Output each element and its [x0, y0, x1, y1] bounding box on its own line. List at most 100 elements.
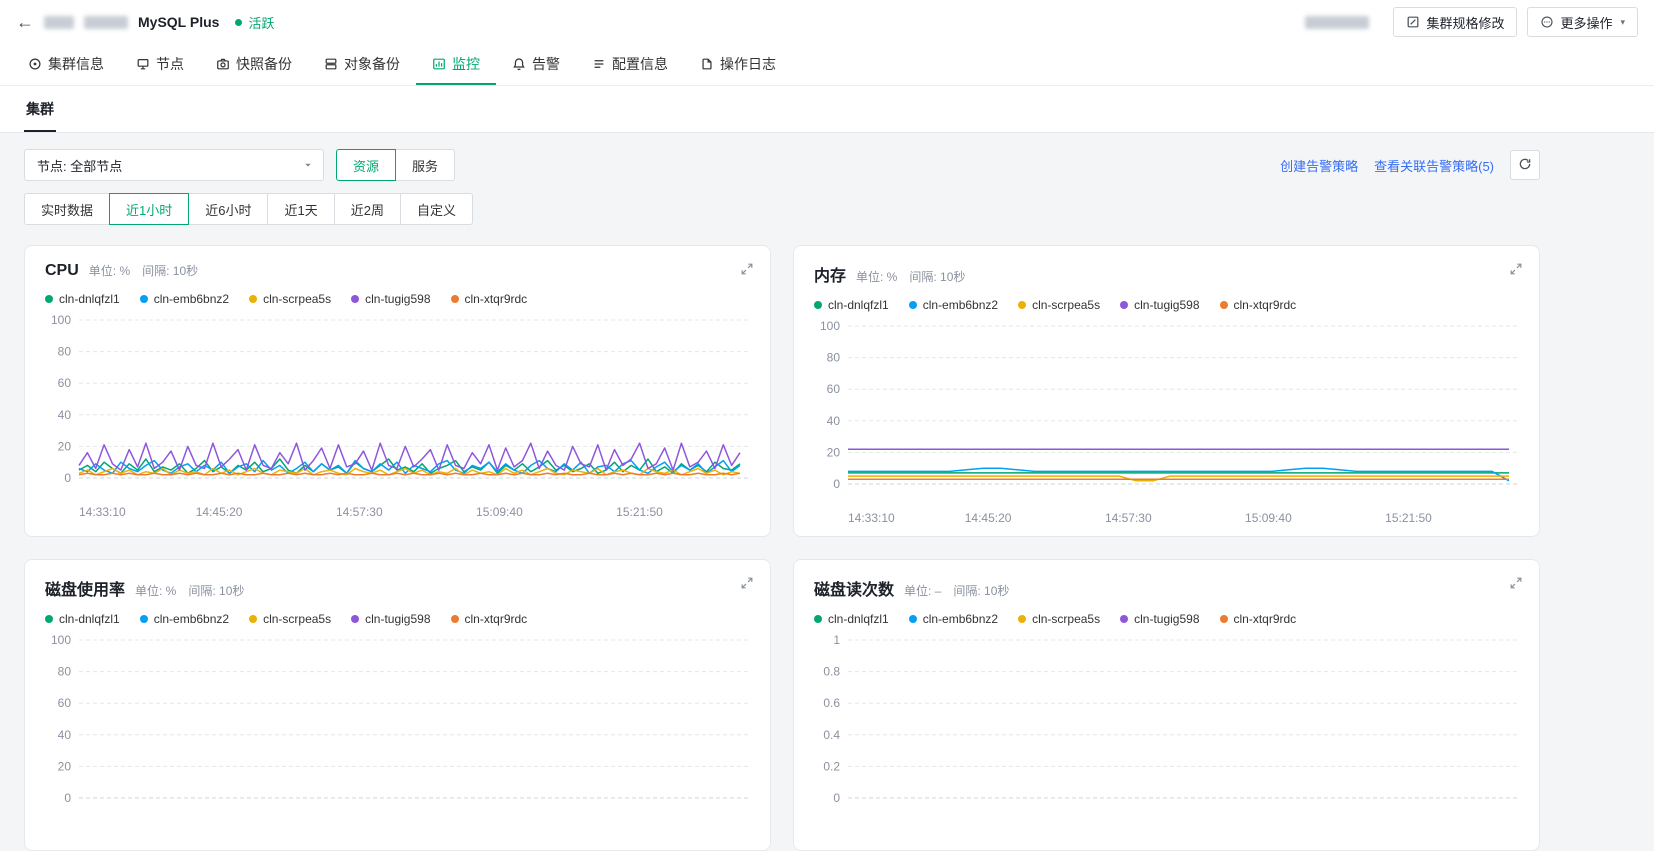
expand-icon[interactable] — [740, 576, 754, 590]
legend-dot — [1120, 301, 1129, 309]
legend-item[interactable]: cln-tugig598 — [1120, 612, 1200, 626]
alert-icon — [512, 57, 526, 71]
time-range-realtime[interactable]: 实时数据 — [24, 193, 111, 225]
legend-label: cln-tugig598 — [1134, 612, 1200, 626]
legend-label: cln-tugig598 — [1134, 298, 1200, 312]
config-icon — [592, 57, 606, 71]
node-select-value: 节点: 全部节点 — [37, 158, 123, 174]
svg-text:0: 0 — [64, 471, 71, 485]
create-alert-policy-link[interactable]: 创建告警策略 — [1280, 156, 1358, 175]
chart-title: 内存 — [814, 268, 847, 285]
legend-dot — [45, 615, 53, 623]
tab-label: 集群信息 — [48, 55, 104, 72]
chart-legend: cln-dnlqfzl1 cln-emb6bnz2 cln-scrpea5s cln-… — [814, 612, 1519, 626]
node-select[interactable]: 节点: 全部节点 — [24, 149, 324, 181]
caret-down-icon — [303, 160, 313, 170]
legend-dot — [249, 615, 258, 623]
chart-card-disk-usage: 磁盘使用率 单位: % 间隔: 10秒 cln-dnlqfzl1 cln-emb6… — [24, 559, 771, 851]
legend-item[interactable]: cln-tugig598 — [351, 292, 431, 306]
svg-text:100: 100 — [820, 319, 840, 333]
legend-dot — [908, 301, 917, 309]
legend-item[interactable]: cln-scrpea5s — [249, 612, 331, 626]
legend-item[interactable]: cln-xtqr9rdc — [450, 612, 528, 626]
svg-text:14:57:30: 14:57:30 — [1105, 511, 1152, 525]
monitor-icon — [432, 57, 446, 71]
chart-title: 磁盘使用率 — [45, 582, 126, 599]
svg-text:40: 40 — [58, 728, 72, 742]
modify-spec-button[interactable]: 集群规格修改 — [1393, 7, 1518, 37]
svg-text:80: 80 — [827, 351, 841, 365]
svg-text:14:45:20: 14:45:20 — [196, 505, 243, 519]
chart-unit-label: 单位: % 间隔: 10秒 — [88, 264, 199, 278]
legend-dot — [1219, 615, 1228, 623]
legend-item[interactable]: cln-xtqr9rdc — [1219, 612, 1296, 626]
tab-object-backup[interactable]: 对象备份 — [308, 44, 416, 85]
category-service[interactable]: 服务 — [395, 149, 456, 181]
time-range-custom[interactable]: 自定义 — [399, 193, 473, 225]
svg-text:0.8: 0.8 — [823, 665, 840, 679]
legend-item[interactable]: cln-emb6bnz2 — [908, 612, 999, 626]
header-actions: 集群规格修改 更多操作 ▾ — [1305, 7, 1638, 37]
legend-item[interactable]: cln-tugig598 — [351, 612, 431, 626]
legend-dot — [1219, 301, 1228, 309]
subtab-cluster[interactable]: 集群 — [24, 86, 56, 132]
legend-label: cln-emb6bnz2 — [922, 612, 999, 626]
svg-text:15:21:50: 15:21:50 — [616, 505, 663, 519]
legend-item[interactable]: cln-dnlqfzl1 — [45, 292, 120, 306]
svg-text:60: 60 — [827, 382, 841, 396]
svg-text:60: 60 — [58, 696, 72, 710]
legend-item[interactable]: cln-dnlqfzl1 — [814, 298, 889, 312]
legend-item[interactable]: cln-scrpea5s — [1018, 298, 1100, 312]
legend-label: cln-xtqr9rdc — [464, 612, 528, 626]
tab-snapshot-backup[interactable]: 快照备份 — [200, 44, 308, 85]
tab-operation-logs[interactable]: 操作日志 — [684, 44, 792, 85]
legend-item[interactable]: cln-scrpea5s — [249, 292, 331, 306]
time-range-last-1h[interactable]: 近1小时 — [109, 193, 190, 225]
tab-config-info[interactable]: 配置信息 — [576, 44, 684, 85]
back-icon[interactable]: ← — [16, 13, 34, 31]
legend-item[interactable]: cln-dnlqfzl1 — [45, 612, 120, 626]
legend-dot — [1018, 615, 1027, 623]
legend-item[interactable]: cln-xtqr9rdc — [450, 292, 527, 306]
legend-label: cln-scrpea5s — [263, 612, 332, 626]
disk-reads-chart: 0 0.2 0.4 0.6 0.8 1 — [823, 633, 1517, 805]
more-actions-label: 更多操作 — [1560, 15, 1613, 31]
tab-cluster-info[interactable]: 集群信息 — [12, 44, 120, 85]
svg-text:0.4: 0.4 — [823, 728, 840, 742]
expand-icon[interactable] — [1509, 262, 1523, 276]
refresh-button[interactable] — [1510, 150, 1540, 180]
tab-nodes[interactable]: 节点 — [120, 44, 200, 85]
legend-item[interactable]: cln-xtqr9rdc — [1219, 298, 1296, 312]
node-icon — [136, 57, 150, 71]
legend-item[interactable]: cln-dnlqfzl1 — [814, 612, 889, 626]
time-range-last-2w[interactable]: 近2周 — [333, 193, 401, 225]
expand-icon[interactable] — [740, 262, 754, 276]
tab-label: 操作日志 — [720, 55, 776, 72]
tab-alerts[interactable]: 告警 — [496, 44, 576, 85]
legend-item[interactable]: cln-emb6bnz2 — [139, 612, 229, 626]
legend-item[interactable]: cln-scrpea5s — [1018, 612, 1100, 626]
view-alert-policy-link[interactable]: 查看关联告警策略(5) — [1374, 156, 1494, 175]
tab-label: 节点 — [156, 55, 184, 72]
svg-text:20: 20 — [827, 445, 841, 459]
time-range-last-6h[interactable]: 近6小时 — [188, 193, 269, 225]
legend-item[interactable]: cln-emb6bnz2 — [139, 292, 229, 306]
legend-label: cln-scrpea5s — [1032, 612, 1101, 626]
tab-label: 对象备份 — [344, 55, 400, 72]
filter-right: 创建告警策略 查看关联告警策略(5) — [1280, 150, 1540, 180]
time-range-last-1d[interactable]: 近1天 — [267, 193, 335, 225]
more-actions-button[interactable]: 更多操作 ▾ — [1527, 7, 1638, 37]
chart-unit-label: 单位: % 间隔: 10秒 — [856, 270, 966, 284]
redacted-account-info — [1305, 15, 1370, 29]
legend-item[interactable]: cln-tugig598 — [1120, 298, 1200, 312]
tab-monitoring[interactable]: 监控 — [416, 44, 496, 85]
expand-icon[interactable] — [1509, 576, 1523, 590]
legend-item[interactable]: cln-emb6bnz2 — [908, 298, 998, 312]
svg-text:0: 0 — [833, 477, 840, 491]
legend-label: cln-dnlqfzl1 — [59, 292, 120, 306]
svg-text:14:33:10: 14:33:10 — [79, 505, 126, 519]
category-resource[interactable]: 资源 — [336, 149, 397, 181]
tab-label: 快照备份 — [236, 55, 292, 72]
svg-text:0.2: 0.2 — [823, 759, 840, 773]
chart-card-cpu: CPU 单位: % 间隔: 10秒 cln-dnlqfzl1 cln-emb6bn… — [24, 245, 771, 537]
